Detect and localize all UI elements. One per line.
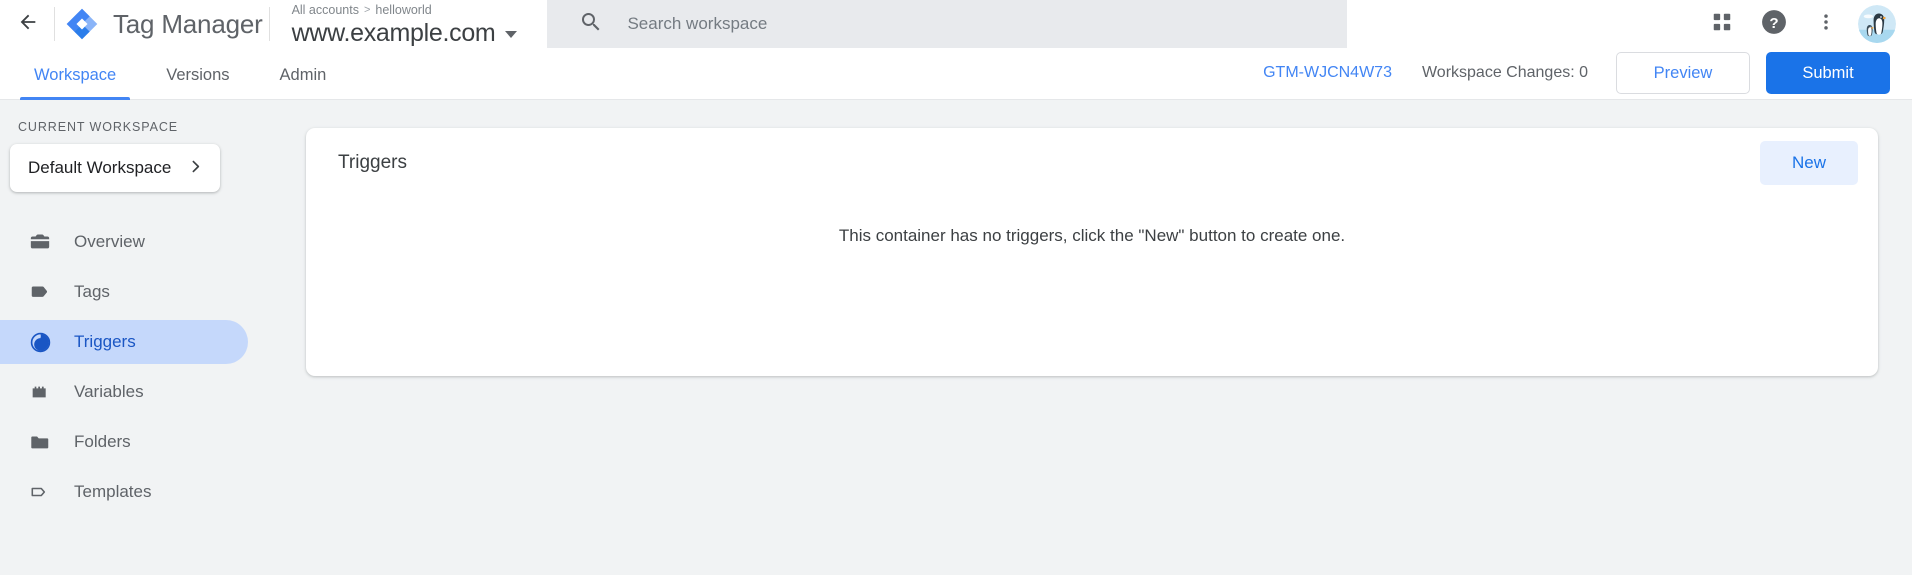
sidebar-item-variables-label: Variables	[74, 382, 144, 401]
container-name: www.example.com	[291, 18, 496, 47]
breadcrumb-account[interactable]: All accounts	[292, 3, 359, 18]
container-name-row[interactable]: www.example.com	[292, 18, 518, 48]
empty-state-message: This container has no triggers, click th…	[838, 226, 1346, 245]
workspace-nav-bar: Workspace Versions Admin GTM-WJCN4W73 Wo…	[0, 48, 1912, 100]
tab-workspace[interactable]: Workspace	[20, 66, 131, 100]
breadcrumb: All accounts > helloworld	[292, 3, 518, 18]
workspace-selector-card[interactable]: Default Workspace	[10, 144, 220, 192]
more-vert-icon	[1816, 12, 1836, 37]
apps-grid-button[interactable]	[1702, 4, 1742, 44]
variables-icon	[28, 380, 52, 404]
product-brand[interactable]: Tag Manager	[65, 7, 263, 41]
tab-admin-label: Admin	[279, 66, 327, 84]
header-divider-1	[54, 7, 55, 41]
template-tag-icon	[28, 480, 52, 504]
top-app-bar: Tag Manager All accounts > helloworld ww…	[0, 0, 1912, 48]
nav-actions: GTM-WJCN4W73 Workspace Changes: 0 Previe…	[1263, 47, 1890, 99]
search-input[interactable]	[627, 14, 1308, 34]
trigger-circle-icon	[28, 330, 52, 354]
header-actions: ?	[1702, 0, 1896, 48]
triggers-card-header: Triggers New	[306, 128, 1878, 198]
sidebar-item-overview-label: Overview	[74, 232, 145, 251]
svg-text:?: ?	[1769, 14, 1778, 31]
search-bar[interactable]	[547, 0, 1348, 48]
tab-list: Workspace Versions Admin	[0, 48, 362, 100]
chevron-down-icon[interactable]	[505, 31, 518, 38]
overview-box-icon	[28, 230, 52, 254]
container-selector[interactable]: All accounts > helloworld www.example.co…	[292, 1, 518, 48]
help-button[interactable]: ?	[1754, 4, 1794, 44]
sidebar-item-templates[interactable]: Templates	[0, 470, 248, 514]
preview-button[interactable]: Preview	[1616, 52, 1750, 94]
sidebar-item-variables[interactable]: Variables	[0, 370, 248, 414]
triggers-card: Triggers New This container has no trigg…	[306, 128, 1878, 376]
header-divider-2	[268, 7, 270, 41]
page-body: CURRENT WORKSPACE Default Workspace Over…	[0, 100, 1912, 575]
arrow-back-icon	[17, 11, 39, 38]
submit-button[interactable]: Submit	[1766, 52, 1890, 94]
back-button[interactable]	[8, 4, 48, 44]
avatar[interactable]	[1858, 5, 1896, 43]
tag-icon	[28, 280, 52, 304]
main-content: Triggers New This container has no trigg…	[296, 100, 1912, 575]
page-title: Triggers	[338, 152, 407, 173]
workspace-changes-count: Workspace Changes: 0	[1421, 64, 1588, 81]
breadcrumb-container[interactable]: helloworld	[375, 3, 431, 18]
sidebar-item-triggers[interactable]: Triggers	[0, 320, 248, 364]
product-title: Tag Manager	[113, 8, 263, 39]
tab-workspace-label: Workspace	[34, 66, 117, 84]
gtm-container-id[interactable]: GTM-WJCN4W73	[1263, 64, 1392, 82]
new-trigger-button[interactable]: New	[1760, 141, 1858, 185]
tab-admin[interactable]: Admin	[266, 66, 341, 99]
sidebar: CURRENT WORKSPACE Default Workspace Over…	[0, 100, 296, 575]
breadcrumb-separator-icon: >	[363, 3, 371, 16]
sidebar-item-templates-label: Templates	[74, 482, 152, 501]
folder-icon	[28, 430, 52, 454]
sidebar-item-overview[interactable]: Overview	[0, 220, 248, 264]
chevron-right-icon	[187, 158, 204, 179]
sidebar-item-triggers-label: Triggers	[74, 332, 136, 351]
sidebar-item-tags-label: Tags	[74, 282, 110, 301]
search-icon	[579, 10, 603, 39]
help-circle-icon: ?	[1761, 9, 1787, 40]
apps-grid-icon	[1711, 11, 1733, 38]
tab-versions-label: Versions	[166, 66, 230, 84]
workspace-name: Default Workspace	[28, 158, 172, 177]
sidebar-nav-list: Overview Tags Triggers Variables Folders…	[0, 220, 296, 514]
sidebar-item-folders-label: Folders	[74, 432, 131, 451]
current-workspace-label: CURRENT WORKSPACE	[18, 120, 178, 134]
sidebar-item-tags[interactable]: Tags	[0, 270, 248, 314]
tag-manager-logo-icon	[65, 7, 99, 41]
tab-versions[interactable]: Versions	[152, 66, 243, 99]
more-options-button[interactable]	[1806, 4, 1846, 44]
sidebar-item-folders[interactable]: Folders	[0, 420, 248, 464]
